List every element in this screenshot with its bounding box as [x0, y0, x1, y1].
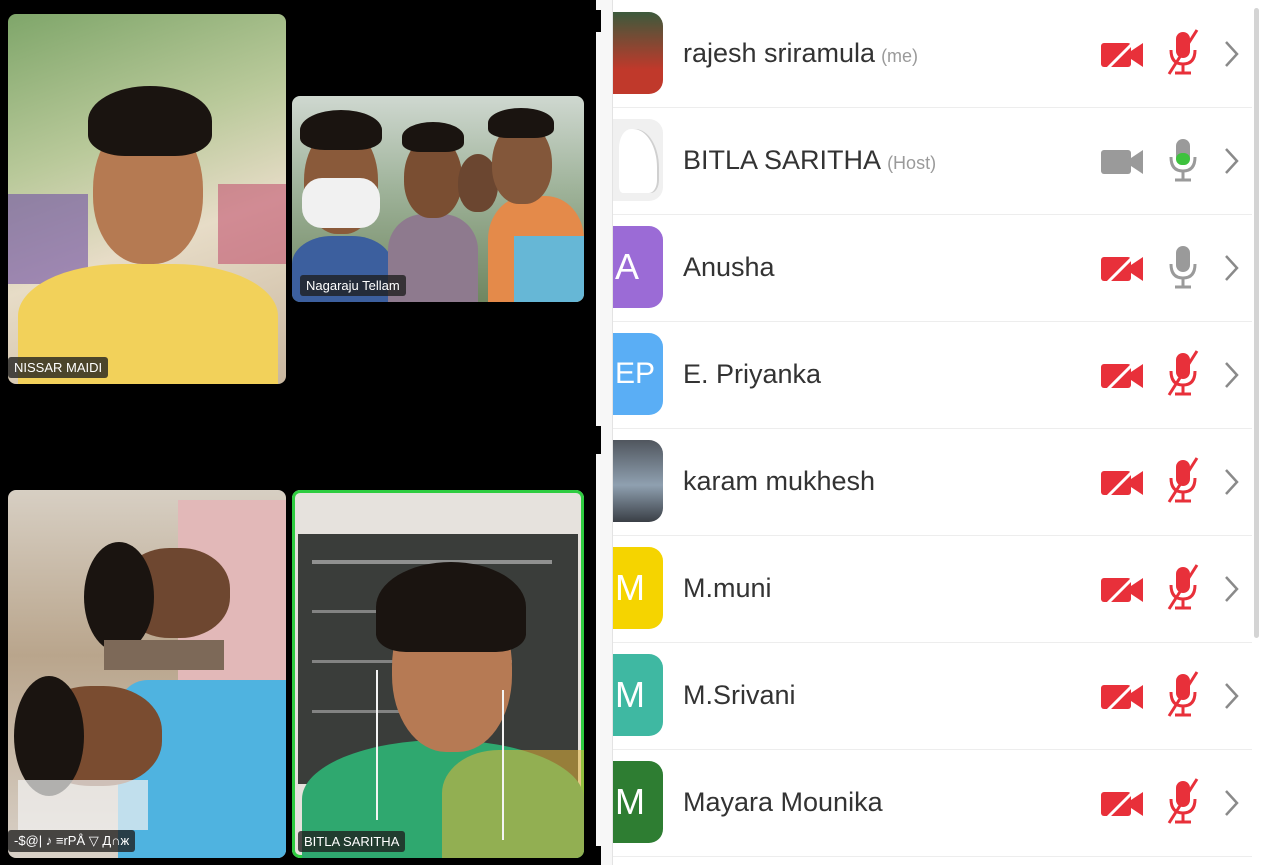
- mic-muted-icon[interactable]: [1163, 777, 1203, 827]
- participant-row[interactable]: rajesh sriramula (me): [613, 0, 1253, 108]
- participant-name: M.muni: [683, 573, 772, 603]
- participant-name: M.Srivani: [683, 680, 796, 710]
- participant-row[interactable]: M Mayara Mounika: [613, 749, 1253, 857]
- avatar: A: [613, 226, 663, 308]
- chevron-right-icon[interactable]: [1221, 787, 1241, 819]
- participant-role: (me): [881, 46, 919, 66]
- avatar-initials: A: [615, 246, 640, 287]
- video-grid: NISSAR MAIDI Nagaraju Tellam -$@| ♪ ≡rPÅ…: [0, 0, 596, 865]
- avatar: [613, 12, 663, 94]
- participant-row[interactable]: A Anusha: [613, 214, 1253, 322]
- participant-row[interactable]: BITLA SARITHA (Host): [613, 107, 1253, 215]
- chevron-right-icon[interactable]: [1221, 573, 1241, 605]
- participant-name: BITLA SARITHA: [683, 145, 882, 175]
- mic-muted-icon[interactable]: [1163, 349, 1203, 399]
- avatar: [613, 440, 663, 522]
- mic-muted-icon[interactable]: [1163, 28, 1203, 78]
- participant-row[interactable]: M M.Srivani: [613, 642, 1253, 750]
- participant-name-tag: -$@| ♪ ≡rPÅ ▽ Д∩ж: [8, 830, 136, 852]
- video-feed: [8, 490, 286, 858]
- avatar: M: [613, 654, 663, 736]
- video-feed: [8, 14, 286, 384]
- chevron-right-icon[interactable]: [1221, 38, 1241, 70]
- video-off-icon[interactable]: [1099, 675, 1145, 717]
- chevron-right-icon[interactable]: [1221, 680, 1241, 712]
- participant-name: Mayara Mounika: [683, 787, 883, 817]
- participant-name: rajesh sriramula: [683, 38, 876, 68]
- participant-name: karam mukhesh: [683, 466, 876, 496]
- panel-divider: [596, 0, 612, 865]
- participant-name: Anusha: [683, 252, 775, 282]
- video-off-icon[interactable]: [1099, 247, 1145, 289]
- mic-muted-icon[interactable]: [1163, 670, 1203, 720]
- mic-icon[interactable]: [1163, 242, 1203, 292]
- mic-muted-icon[interactable]: [1163, 563, 1203, 613]
- mic-active-icon[interactable]: [1163, 135, 1203, 185]
- video-tile[interactable]: -$@| ♪ ≡rPÅ ▽ Д∩ж: [8, 490, 286, 858]
- avatar: M: [613, 547, 663, 629]
- chevron-right-icon[interactable]: [1221, 252, 1241, 284]
- video-tile[interactable]: NISSAR MAIDI: [8, 14, 286, 384]
- participant-role: (Host): [887, 153, 937, 173]
- video-on-icon[interactable]: [1099, 140, 1145, 182]
- video-off-icon[interactable]: [1099, 33, 1145, 75]
- avatar: [613, 119, 663, 201]
- video-tile[interactable]: Nagaraju Tellam: [292, 96, 584, 302]
- mic-muted-icon[interactable]: [1163, 456, 1203, 506]
- participant-name: E. Priyanka: [683, 359, 822, 389]
- participant-name-tag: Nagaraju Tellam: [300, 275, 406, 296]
- chevron-right-icon[interactable]: [1221, 145, 1241, 177]
- avatar-initials: M: [615, 674, 645, 715]
- video-off-icon[interactable]: [1099, 782, 1145, 824]
- participant-row[interactable]: M M.muni: [613, 535, 1253, 643]
- chevron-right-icon[interactable]: [1221, 466, 1241, 498]
- participant-name-tag: BITLA SARITHA: [298, 831, 406, 852]
- video-tile-active-speaker[interactable]: BITLA SARITHA: [292, 490, 584, 858]
- avatar: M: [613, 761, 663, 843]
- video-feed: [292, 96, 584, 302]
- avatar: EP: [613, 333, 663, 415]
- scrollbar-thumb[interactable]: [1254, 8, 1259, 638]
- chevron-right-icon[interactable]: [1221, 359, 1241, 391]
- video-off-icon[interactable]: [1099, 354, 1145, 396]
- video-feed: [292, 490, 584, 858]
- video-off-icon[interactable]: [1099, 568, 1145, 610]
- avatar-initials: M: [615, 567, 645, 608]
- participant-row[interactable]: karam mukhesh: [613, 428, 1253, 536]
- scrollbar[interactable]: [1252, 0, 1262, 865]
- avatar-initials: M: [615, 781, 645, 822]
- participants-list: rajesh sriramula (me) BITLA SARITHA (Host)…: [612, 0, 1253, 865]
- avatar-initials: EP: [615, 357, 656, 390]
- participant-name-tag: NISSAR MAIDI: [8, 357, 109, 378]
- video-off-icon[interactable]: [1099, 461, 1145, 503]
- participant-row[interactable]: EP E. Priyanka: [613, 321, 1253, 429]
